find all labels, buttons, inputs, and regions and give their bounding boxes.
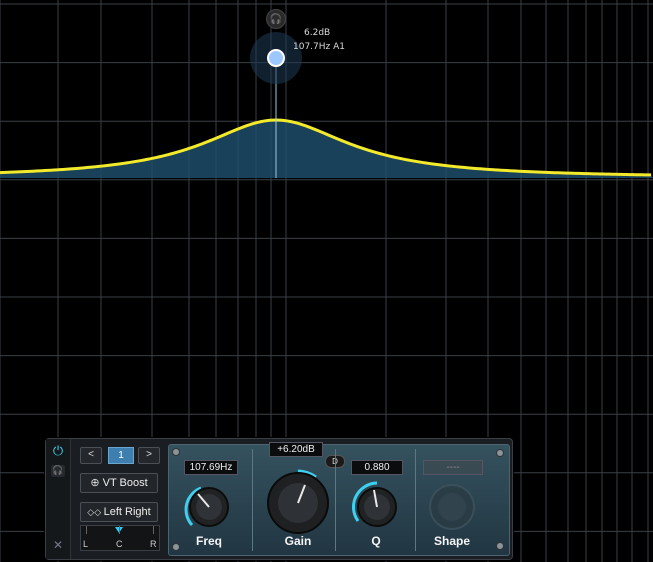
- pan-center-label: C: [116, 539, 123, 549]
- pan-right-label: R: [150, 539, 157, 549]
- channel-icon: ◇◇: [87, 507, 104, 517]
- gain-readout[interactable]: +6.20dB: [269, 442, 323, 457]
- tooltip-freq: 107.7Hz A1: [293, 42, 346, 52]
- prev-band-button[interactable]: <: [80, 447, 102, 464]
- close-icon[interactable]: ✕: [51, 538, 65, 552]
- eq-band-node[interactable]: [267, 49, 285, 67]
- pan-left-label: L: [83, 539, 89, 549]
- channel-label: Left Right: [103, 506, 151, 518]
- freq-knob[interactable]: [179, 477, 239, 535]
- freq-section: 107.69Hz Freq: [169, 445, 249, 555]
- preset-button[interactable]: ⊕ VT Boost: [80, 473, 158, 493]
- band-panel: ⏻ 🎧 ✕ < 1 > ⊕ VT Boost ◇◇ Left Right L C…: [45, 438, 513, 560]
- freq-label: Freq: [195, 534, 222, 548]
- filter-type-icon: ⊕: [90, 477, 103, 489]
- pan-tick: [153, 526, 154, 534]
- headphones-icon[interactable]: 🎧: [51, 465, 65, 477]
- channel-button[interactable]: ◇◇ Left Right: [80, 502, 158, 522]
- freq-readout[interactable]: 107.69Hz: [184, 460, 238, 475]
- eq-curve-fill: [0, 120, 653, 178]
- divider: [335, 449, 336, 551]
- q-section: 0.880 Q: [337, 445, 413, 555]
- headphones-icon[interactable]: 🎧: [266, 9, 286, 29]
- shape-readout: ----: [423, 460, 483, 475]
- panel-side-column: ⏻ 🎧 ✕: [46, 439, 71, 559]
- divider: [415, 449, 416, 551]
- pan-tick: [119, 526, 120, 534]
- knob-section: 107.69Hz Freq +6.20dB D Gain: [168, 442, 510, 556]
- q-label: Q: [371, 534, 381, 548]
- shape-label: Shape: [433, 534, 470, 548]
- q-readout[interactable]: 0.880: [351, 460, 403, 475]
- shape-knob: [429, 484, 475, 530]
- gain-section: +6.20dB D Gain: [253, 442, 345, 555]
- shape-section: ---- Shape: [417, 445, 507, 555]
- power-icon[interactable]: ⏻: [51, 444, 65, 458]
- band-number[interactable]: 1: [108, 447, 134, 464]
- q-knob[interactable]: [347, 477, 407, 535]
- next-band-button[interactable]: >: [138, 447, 160, 464]
- gain-knob[interactable]: [263, 469, 333, 535]
- pan-tick: [86, 526, 87, 534]
- preset-label: VT Boost: [102, 477, 148, 489]
- gain-label: Gain: [284, 534, 312, 548]
- pan-slider[interactable]: L C R: [80, 525, 160, 551]
- tooltip-gain: 6.2dB: [304, 28, 331, 38]
